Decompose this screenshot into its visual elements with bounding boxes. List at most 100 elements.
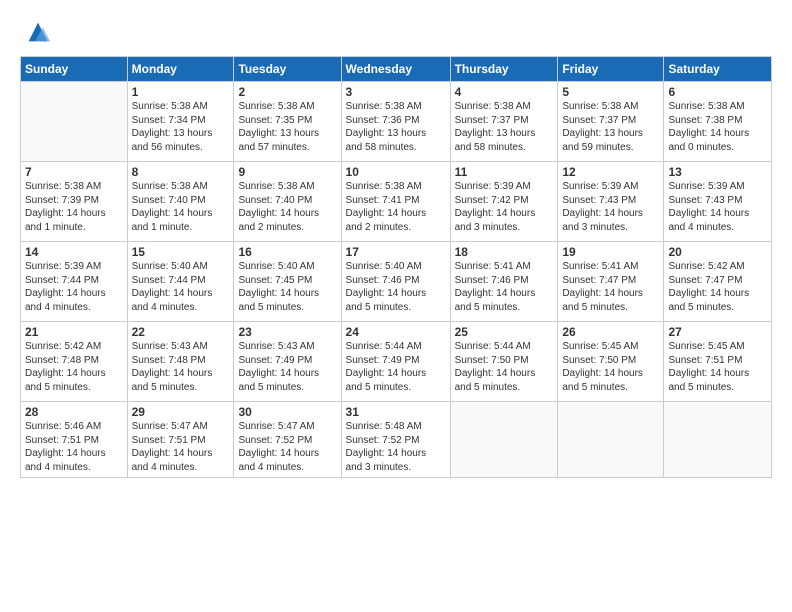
day-number: 2: [238, 85, 336, 99]
calendar-cell: 4Sunrise: 5:38 AM Sunset: 7:37 PM Daylig…: [450, 82, 558, 162]
day-info: Sunrise: 5:45 AM Sunset: 7:51 PM Dayligh…: [668, 340, 767, 394]
day-number: 19: [562, 245, 659, 259]
calendar-cell: 7Sunrise: 5:38 AM Sunset: 7:39 PM Daylig…: [21, 162, 128, 242]
calendar-cell: 3Sunrise: 5:38 AM Sunset: 7:36 PM Daylig…: [341, 82, 450, 162]
calendar-cell: 31Sunrise: 5:48 AM Sunset: 7:52 PM Dayli…: [341, 402, 450, 478]
day-info: Sunrise: 5:45 AM Sunset: 7:50 PM Dayligh…: [562, 340, 659, 394]
calendar-cell: 17Sunrise: 5:40 AM Sunset: 7:46 PM Dayli…: [341, 242, 450, 322]
day-info: Sunrise: 5:41 AM Sunset: 7:46 PM Dayligh…: [455, 260, 554, 314]
day-number: 23: [238, 325, 336, 339]
calendar-week-3: 14Sunrise: 5:39 AM Sunset: 7:44 PM Dayli…: [21, 242, 772, 322]
day-info: Sunrise: 5:46 AM Sunset: 7:51 PM Dayligh…: [25, 420, 123, 474]
day-info: Sunrise: 5:44 AM Sunset: 7:49 PM Dayligh…: [346, 340, 446, 394]
calendar-cell: 22Sunrise: 5:43 AM Sunset: 7:48 PM Dayli…: [127, 322, 234, 402]
day-info: Sunrise: 5:38 AM Sunset: 7:36 PM Dayligh…: [346, 100, 446, 154]
day-number: 31: [346, 405, 446, 419]
day-number: 24: [346, 325, 446, 339]
day-number: 8: [132, 165, 230, 179]
day-number: 16: [238, 245, 336, 259]
calendar-cell: [558, 402, 664, 478]
day-info: Sunrise: 5:40 AM Sunset: 7:46 PM Dayligh…: [346, 260, 446, 314]
calendar-cell: 20Sunrise: 5:42 AM Sunset: 7:47 PM Dayli…: [664, 242, 772, 322]
day-number: 30: [238, 405, 336, 419]
calendar-cell: 6Sunrise: 5:38 AM Sunset: 7:38 PM Daylig…: [664, 82, 772, 162]
day-info: Sunrise: 5:38 AM Sunset: 7:35 PM Dayligh…: [238, 100, 336, 154]
day-number: 28: [25, 405, 123, 419]
day-info: Sunrise: 5:39 AM Sunset: 7:43 PM Dayligh…: [668, 180, 767, 234]
calendar-cell: 16Sunrise: 5:40 AM Sunset: 7:45 PM Dayli…: [234, 242, 341, 322]
day-info: Sunrise: 5:42 AM Sunset: 7:48 PM Dayligh…: [25, 340, 123, 394]
day-number: 10: [346, 165, 446, 179]
day-number: 25: [455, 325, 554, 339]
calendar-cell: 29Sunrise: 5:47 AM Sunset: 7:51 PM Dayli…: [127, 402, 234, 478]
calendar-header-friday: Friday: [558, 57, 664, 82]
day-number: 5: [562, 85, 659, 99]
calendar-cell: 18Sunrise: 5:41 AM Sunset: 7:46 PM Dayli…: [450, 242, 558, 322]
calendar-cell: 8Sunrise: 5:38 AM Sunset: 7:40 PM Daylig…: [127, 162, 234, 242]
calendar-header-saturday: Saturday: [664, 57, 772, 82]
day-number: 1: [132, 85, 230, 99]
day-info: Sunrise: 5:38 AM Sunset: 7:40 PM Dayligh…: [238, 180, 336, 234]
day-number: 17: [346, 245, 446, 259]
day-info: Sunrise: 5:38 AM Sunset: 7:39 PM Dayligh…: [25, 180, 123, 234]
calendar-header-monday: Monday: [127, 57, 234, 82]
page: SundayMondayTuesdayWednesdayThursdayFrid…: [0, 0, 792, 488]
day-number: 4: [455, 85, 554, 99]
calendar-cell: 28Sunrise: 5:46 AM Sunset: 7:51 PM Dayli…: [21, 402, 128, 478]
calendar-table: SundayMondayTuesdayWednesdayThursdayFrid…: [20, 56, 772, 478]
day-number: 26: [562, 325, 659, 339]
day-number: 20: [668, 245, 767, 259]
day-number: 7: [25, 165, 123, 179]
calendar-cell: 9Sunrise: 5:38 AM Sunset: 7:40 PM Daylig…: [234, 162, 341, 242]
calendar-week-5: 28Sunrise: 5:46 AM Sunset: 7:51 PM Dayli…: [21, 402, 772, 478]
day-info: Sunrise: 5:43 AM Sunset: 7:48 PM Dayligh…: [132, 340, 230, 394]
day-number: 29: [132, 405, 230, 419]
calendar-cell: 12Sunrise: 5:39 AM Sunset: 7:43 PM Dayli…: [558, 162, 664, 242]
calendar-cell: 1Sunrise: 5:38 AM Sunset: 7:34 PM Daylig…: [127, 82, 234, 162]
calendar-week-4: 21Sunrise: 5:42 AM Sunset: 7:48 PM Dayli…: [21, 322, 772, 402]
day-number: 15: [132, 245, 230, 259]
day-number: 27: [668, 325, 767, 339]
day-info: Sunrise: 5:39 AM Sunset: 7:43 PM Dayligh…: [562, 180, 659, 234]
calendar-week-1: 1Sunrise: 5:38 AM Sunset: 7:34 PM Daylig…: [21, 82, 772, 162]
day-info: Sunrise: 5:43 AM Sunset: 7:49 PM Dayligh…: [238, 340, 336, 394]
calendar-cell: 24Sunrise: 5:44 AM Sunset: 7:49 PM Dayli…: [341, 322, 450, 402]
day-info: Sunrise: 5:42 AM Sunset: 7:47 PM Dayligh…: [668, 260, 767, 314]
calendar-header-sunday: Sunday: [21, 57, 128, 82]
day-number: 11: [455, 165, 554, 179]
calendar-cell: 5Sunrise: 5:38 AM Sunset: 7:37 PM Daylig…: [558, 82, 664, 162]
day-info: Sunrise: 5:38 AM Sunset: 7:41 PM Dayligh…: [346, 180, 446, 234]
calendar-cell: 13Sunrise: 5:39 AM Sunset: 7:43 PM Dayli…: [664, 162, 772, 242]
day-info: Sunrise: 5:38 AM Sunset: 7:40 PM Dayligh…: [132, 180, 230, 234]
calendar-cell: 19Sunrise: 5:41 AM Sunset: 7:47 PM Dayli…: [558, 242, 664, 322]
day-number: 13: [668, 165, 767, 179]
day-info: Sunrise: 5:38 AM Sunset: 7:37 PM Dayligh…: [562, 100, 659, 154]
day-number: 3: [346, 85, 446, 99]
day-info: Sunrise: 5:40 AM Sunset: 7:44 PM Dayligh…: [132, 260, 230, 314]
day-info: Sunrise: 5:39 AM Sunset: 7:42 PM Dayligh…: [455, 180, 554, 234]
day-number: 9: [238, 165, 336, 179]
calendar-cell: 14Sunrise: 5:39 AM Sunset: 7:44 PM Dayli…: [21, 242, 128, 322]
calendar-cell: 26Sunrise: 5:45 AM Sunset: 7:50 PM Dayli…: [558, 322, 664, 402]
day-info: Sunrise: 5:44 AM Sunset: 7:50 PM Dayligh…: [455, 340, 554, 394]
calendar-header-row: SundayMondayTuesdayWednesdayThursdayFrid…: [21, 57, 772, 82]
calendar-cell: 11Sunrise: 5:39 AM Sunset: 7:42 PM Dayli…: [450, 162, 558, 242]
calendar-cell: 15Sunrise: 5:40 AM Sunset: 7:44 PM Dayli…: [127, 242, 234, 322]
day-info: Sunrise: 5:40 AM Sunset: 7:45 PM Dayligh…: [238, 260, 336, 314]
calendar-cell: [664, 402, 772, 478]
calendar-cell: 10Sunrise: 5:38 AM Sunset: 7:41 PM Dayli…: [341, 162, 450, 242]
day-number: 22: [132, 325, 230, 339]
day-info: Sunrise: 5:47 AM Sunset: 7:51 PM Dayligh…: [132, 420, 230, 474]
calendar-cell: 30Sunrise: 5:47 AM Sunset: 7:52 PM Dayli…: [234, 402, 341, 478]
logo: [20, 18, 52, 46]
calendar-header-thursday: Thursday: [450, 57, 558, 82]
calendar-cell: [21, 82, 128, 162]
logo-icon: [24, 18, 52, 46]
calendar-cell: 23Sunrise: 5:43 AM Sunset: 7:49 PM Dayli…: [234, 322, 341, 402]
day-info: Sunrise: 5:38 AM Sunset: 7:37 PM Dayligh…: [455, 100, 554, 154]
day-info: Sunrise: 5:39 AM Sunset: 7:44 PM Dayligh…: [25, 260, 123, 314]
day-info: Sunrise: 5:47 AM Sunset: 7:52 PM Dayligh…: [238, 420, 336, 474]
day-number: 12: [562, 165, 659, 179]
calendar-week-2: 7Sunrise: 5:38 AM Sunset: 7:39 PM Daylig…: [21, 162, 772, 242]
calendar-header-wednesday: Wednesday: [341, 57, 450, 82]
